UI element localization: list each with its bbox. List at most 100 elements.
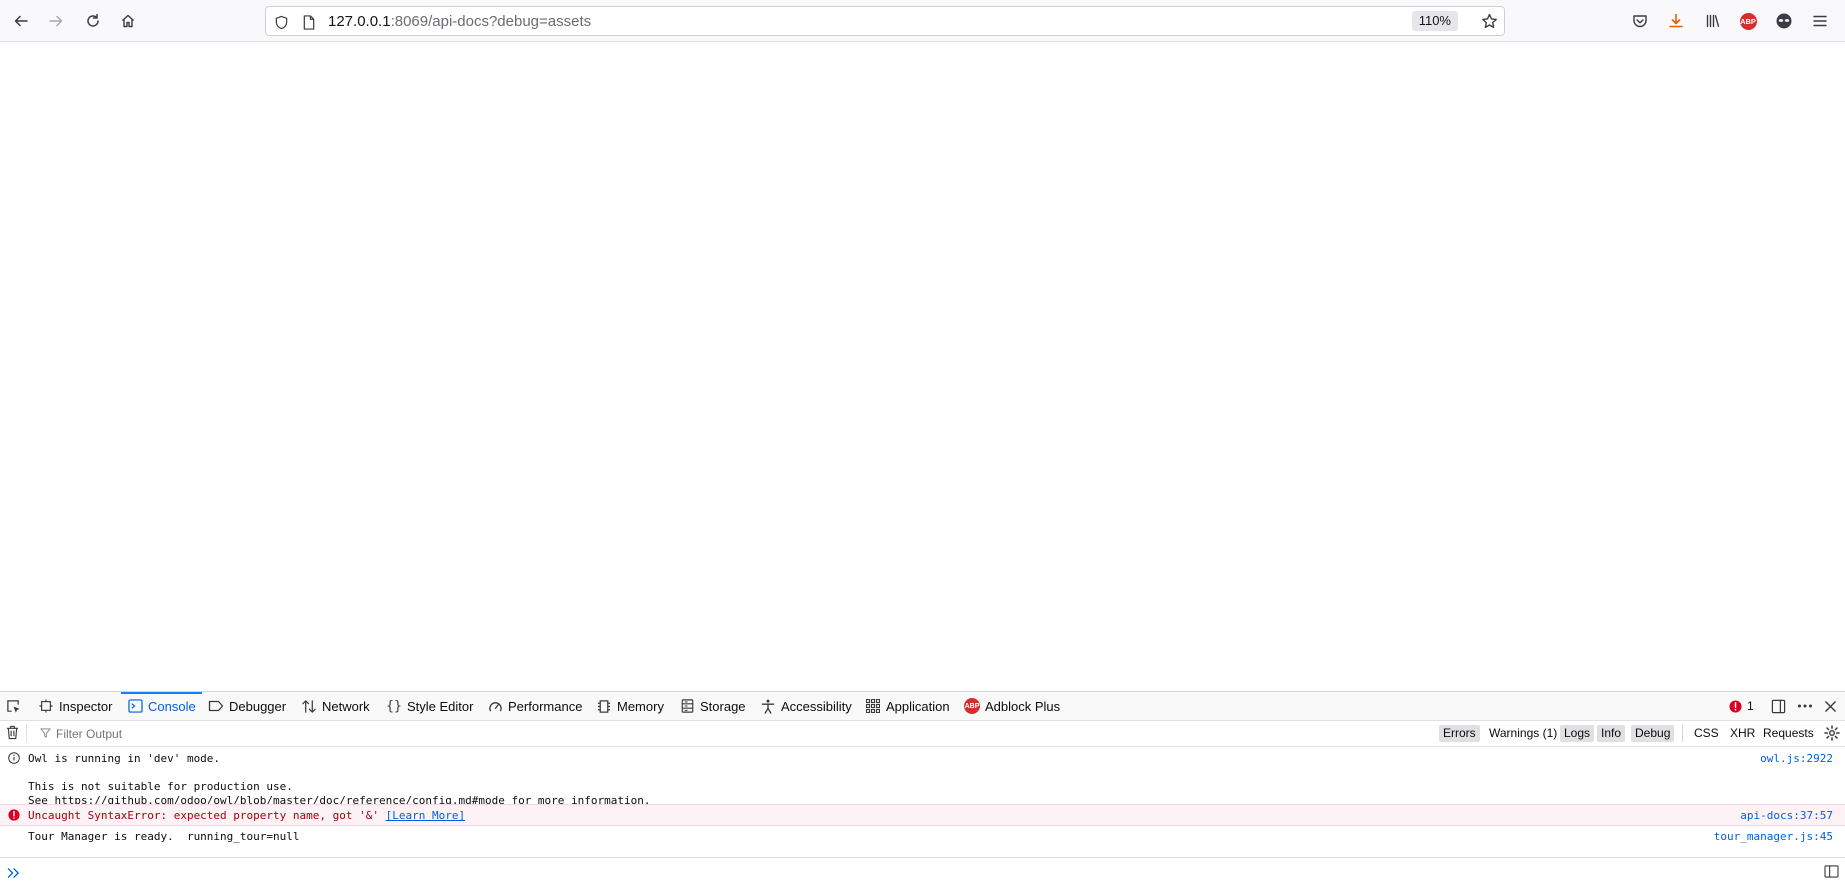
forward-button[interactable] — [42, 7, 70, 35]
tab-label: Console — [148, 698, 196, 714]
debugger-icon — [208, 698, 224, 714]
hamburger-menu-icon — [1813, 15, 1827, 27]
filter-logs-toggle[interactable]: Logs — [1560, 725, 1595, 742]
tab-application[interactable]: Application — [865, 692, 950, 720]
tab-label: Debugger — [229, 698, 287, 714]
filter-requests-toggle[interactable]: Requests — [1759, 725, 1818, 742]
shield-icon[interactable] — [272, 13, 290, 31]
trash-icon — [6, 725, 19, 740]
message-source-link[interactable]: api-docs:37:57 — [1740, 809, 1833, 823]
home-button[interactable] — [114, 7, 142, 35]
storage-icon — [679, 698, 695, 714]
split-panel-icon — [1824, 865, 1839, 878]
more-options-button[interactable] — [1797, 692, 1813, 720]
console-message-error: Uncaught SyntaxError: expected property … — [0, 804, 1845, 826]
filter-icon — [40, 727, 51, 742]
menu-button[interactable] — [1806, 7, 1834, 35]
zoom-level-badge[interactable]: 110% — [1411, 11, 1458, 31]
tab-label: Inspector — [59, 698, 113, 714]
filter-info-toggle[interactable]: Info — [1597, 725, 1626, 742]
element-picker-icon — [5, 698, 21, 714]
private-mask-button[interactable] — [1770, 7, 1798, 35]
tab-accessibility[interactable]: Accessibility — [760, 692, 852, 720]
console-filter-bar: Errors Warnings (1) Logs Info Debug CSS … — [0, 721, 1845, 747]
tab-style-editor[interactable]: {} Style Editor — [386, 692, 473, 720]
application-icon — [865, 698, 881, 714]
filter-errors-toggle[interactable]: Errors — [1439, 725, 1480, 742]
browser-toolbar: 127.0.0.1:8069/api-docs?debug=assets 110… — [0, 0, 1845, 42]
library-button[interactable] — [1699, 7, 1727, 35]
more-options-icon — [1798, 704, 1812, 708]
memory-icon — [596, 698, 612, 714]
error-count-indicator[interactable]: 1 — [1729, 692, 1754, 720]
download-icon — [1669, 13, 1683, 28]
reload-button[interactable] — [79, 7, 107, 35]
tab-network[interactable]: Network — [301, 692, 370, 720]
error-count: 1 — [1747, 699, 1754, 713]
pocket-icon — [1633, 15, 1647, 28]
console-output: Owl is running in 'dev' mode. This is no… — [0, 747, 1845, 865]
filter-warnings-toggle[interactable]: Warnings (1) — [1485, 725, 1561, 742]
accessibility-icon — [760, 698, 776, 714]
downloads-button[interactable] — [1662, 7, 1690, 35]
tab-performance[interactable]: Performance — [487, 692, 582, 720]
url-bar[interactable]: 127.0.0.1:8069/api-docs?debug=assets 110… — [265, 6, 1505, 36]
url-text[interactable]: 127.0.0.1:8069/api-docs?debug=assets — [328, 13, 591, 31]
style-editor-icon: {} — [386, 698, 402, 714]
tab-memory[interactable]: Memory — [596, 692, 664, 720]
learn-more-link[interactable]: [Learn More] — [386, 809, 465, 822]
element-picker-button[interactable] — [5, 692, 21, 720]
tab-label: Memory — [617, 698, 664, 714]
back-button[interactable] — [7, 7, 35, 35]
url-path: :8069/api-docs?debug=assets — [390, 13, 592, 30]
tab-label: Accessibility — [781, 698, 852, 714]
url-host: 127.0.0.1 — [328, 13, 391, 30]
library-icon — [1706, 14, 1720, 28]
filter-xhr-toggle[interactable]: XHR — [1726, 725, 1759, 742]
home-icon — [122, 14, 134, 28]
gear-icon — [1824, 725, 1840, 741]
close-icon — [1825, 700, 1836, 712]
performance-icon — [487, 698, 503, 714]
divider — [26, 724, 27, 743]
console-message-log: Tour Manager is ready. running_tour=null… — [0, 827, 1845, 847]
tab-console[interactable]: Console — [121, 692, 202, 720]
adblock-plus-button[interactable]: ABP — [1734, 7, 1762, 35]
clear-console-button[interactable] — [6, 725, 19, 743]
filter-debug-toggle[interactable]: Debug — [1631, 725, 1675, 742]
message-source-link[interactable]: owl.js:2922 — [1760, 752, 1833, 766]
tab-storage[interactable]: Storage — [679, 692, 746, 720]
tab-debugger[interactable]: Debugger — [208, 692, 286, 720]
tab-label: Storage — [700, 698, 746, 714]
filter-css-toggle[interactable]: CSS — [1690, 725, 1723, 742]
error-message: Uncaught SyntaxError: expected property … — [28, 809, 465, 823]
tab-inspector[interactable]: Inspector — [38, 692, 112, 720]
adblock-plus-icon: ABP — [1739, 12, 1757, 30]
filter-output-input[interactable] — [54, 724, 458, 744]
dock-side-button[interactable] — [1771, 692, 1786, 720]
message-source-link[interactable]: tour_manager.js:45 — [1714, 830, 1833, 844]
tab-label: Adblock Plus — [985, 698, 1061, 714]
inspector-icon — [38, 698, 54, 714]
reload-icon — [87, 13, 99, 27]
console-settings-button[interactable] — [1824, 725, 1840, 744]
editor-mode-button[interactable] — [1824, 865, 1839, 883]
page-content — [0, 42, 1845, 691]
forward-arrow-icon — [49, 15, 63, 27]
console-input-line[interactable] — [0, 857, 1845, 886]
close-devtools-button[interactable] — [1824, 692, 1837, 720]
console-icon — [127, 698, 143, 714]
pocket-button[interactable] — [1626, 7, 1654, 35]
page-info-icon[interactable] — [300, 13, 318, 31]
divider — [1682, 725, 1683, 742]
error-text: Uncaught SyntaxError: expected property … — [28, 809, 379, 822]
back-arrow-icon — [14, 15, 28, 27]
tab-adblock-plus[interactable]: ABP Adblock Plus — [964, 692, 1060, 720]
network-icon — [301, 698, 317, 714]
bookmark-star-icon[interactable] — [1480, 12, 1498, 30]
adblock-plus-icon: ABP — [964, 698, 980, 714]
tab-label: Performance — [508, 698, 583, 714]
devtools-tab-bar: Inspector Console Debugger Network {} St… — [0, 692, 1845, 721]
tab-label: Style Editor — [407, 698, 474, 714]
error-icon — [8, 809, 20, 824]
